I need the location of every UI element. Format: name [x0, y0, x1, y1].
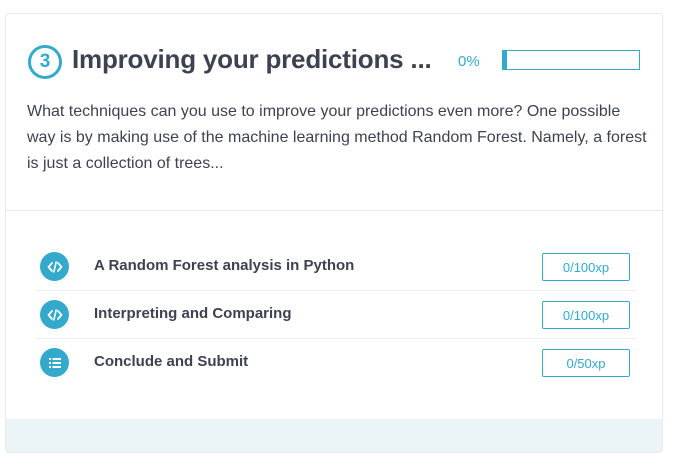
progress-bar: [502, 50, 640, 70]
card-footer: [6, 419, 662, 452]
chapter-card: 3 Improving your predictions ... 0% What…: [5, 13, 663, 453]
progress-percentage: 0%: [458, 53, 480, 70]
list-icon: [40, 348, 69, 377]
progress-bar-fill: [503, 51, 508, 69]
exercise-title[interactable]: Conclude and Submit: [94, 353, 248, 370]
xp-badge: 0/100xp: [542, 301, 630, 329]
chapter-title[interactable]: Improving your predictions ...: [72, 44, 432, 75]
exercise-list: A Random Forest analysis in Python 0/100…: [36, 243, 636, 386]
code-icon: [40, 252, 69, 281]
exercise-item[interactable]: Interpreting and Comparing 0/100xp: [36, 291, 636, 339]
chapter-header: 3 Improving your predictions ... 0% What…: [6, 14, 662, 211]
exercise-title[interactable]: A Random Forest analysis in Python: [94, 257, 354, 274]
xp-badge: 0/50xp: [542, 349, 630, 377]
code-icon: [40, 300, 69, 329]
exercise-item[interactable]: A Random Forest analysis in Python 0/100…: [36, 243, 636, 291]
xp-badge: 0/100xp: [542, 253, 630, 281]
chapter-description: What techniques can you use to improve y…: [27, 103, 647, 172]
exercise-title[interactable]: Interpreting and Comparing: [94, 305, 292, 322]
chapter-number-badge: 3: [28, 45, 62, 79]
exercise-item[interactable]: Conclude and Submit 0/50xp: [36, 339, 636, 386]
